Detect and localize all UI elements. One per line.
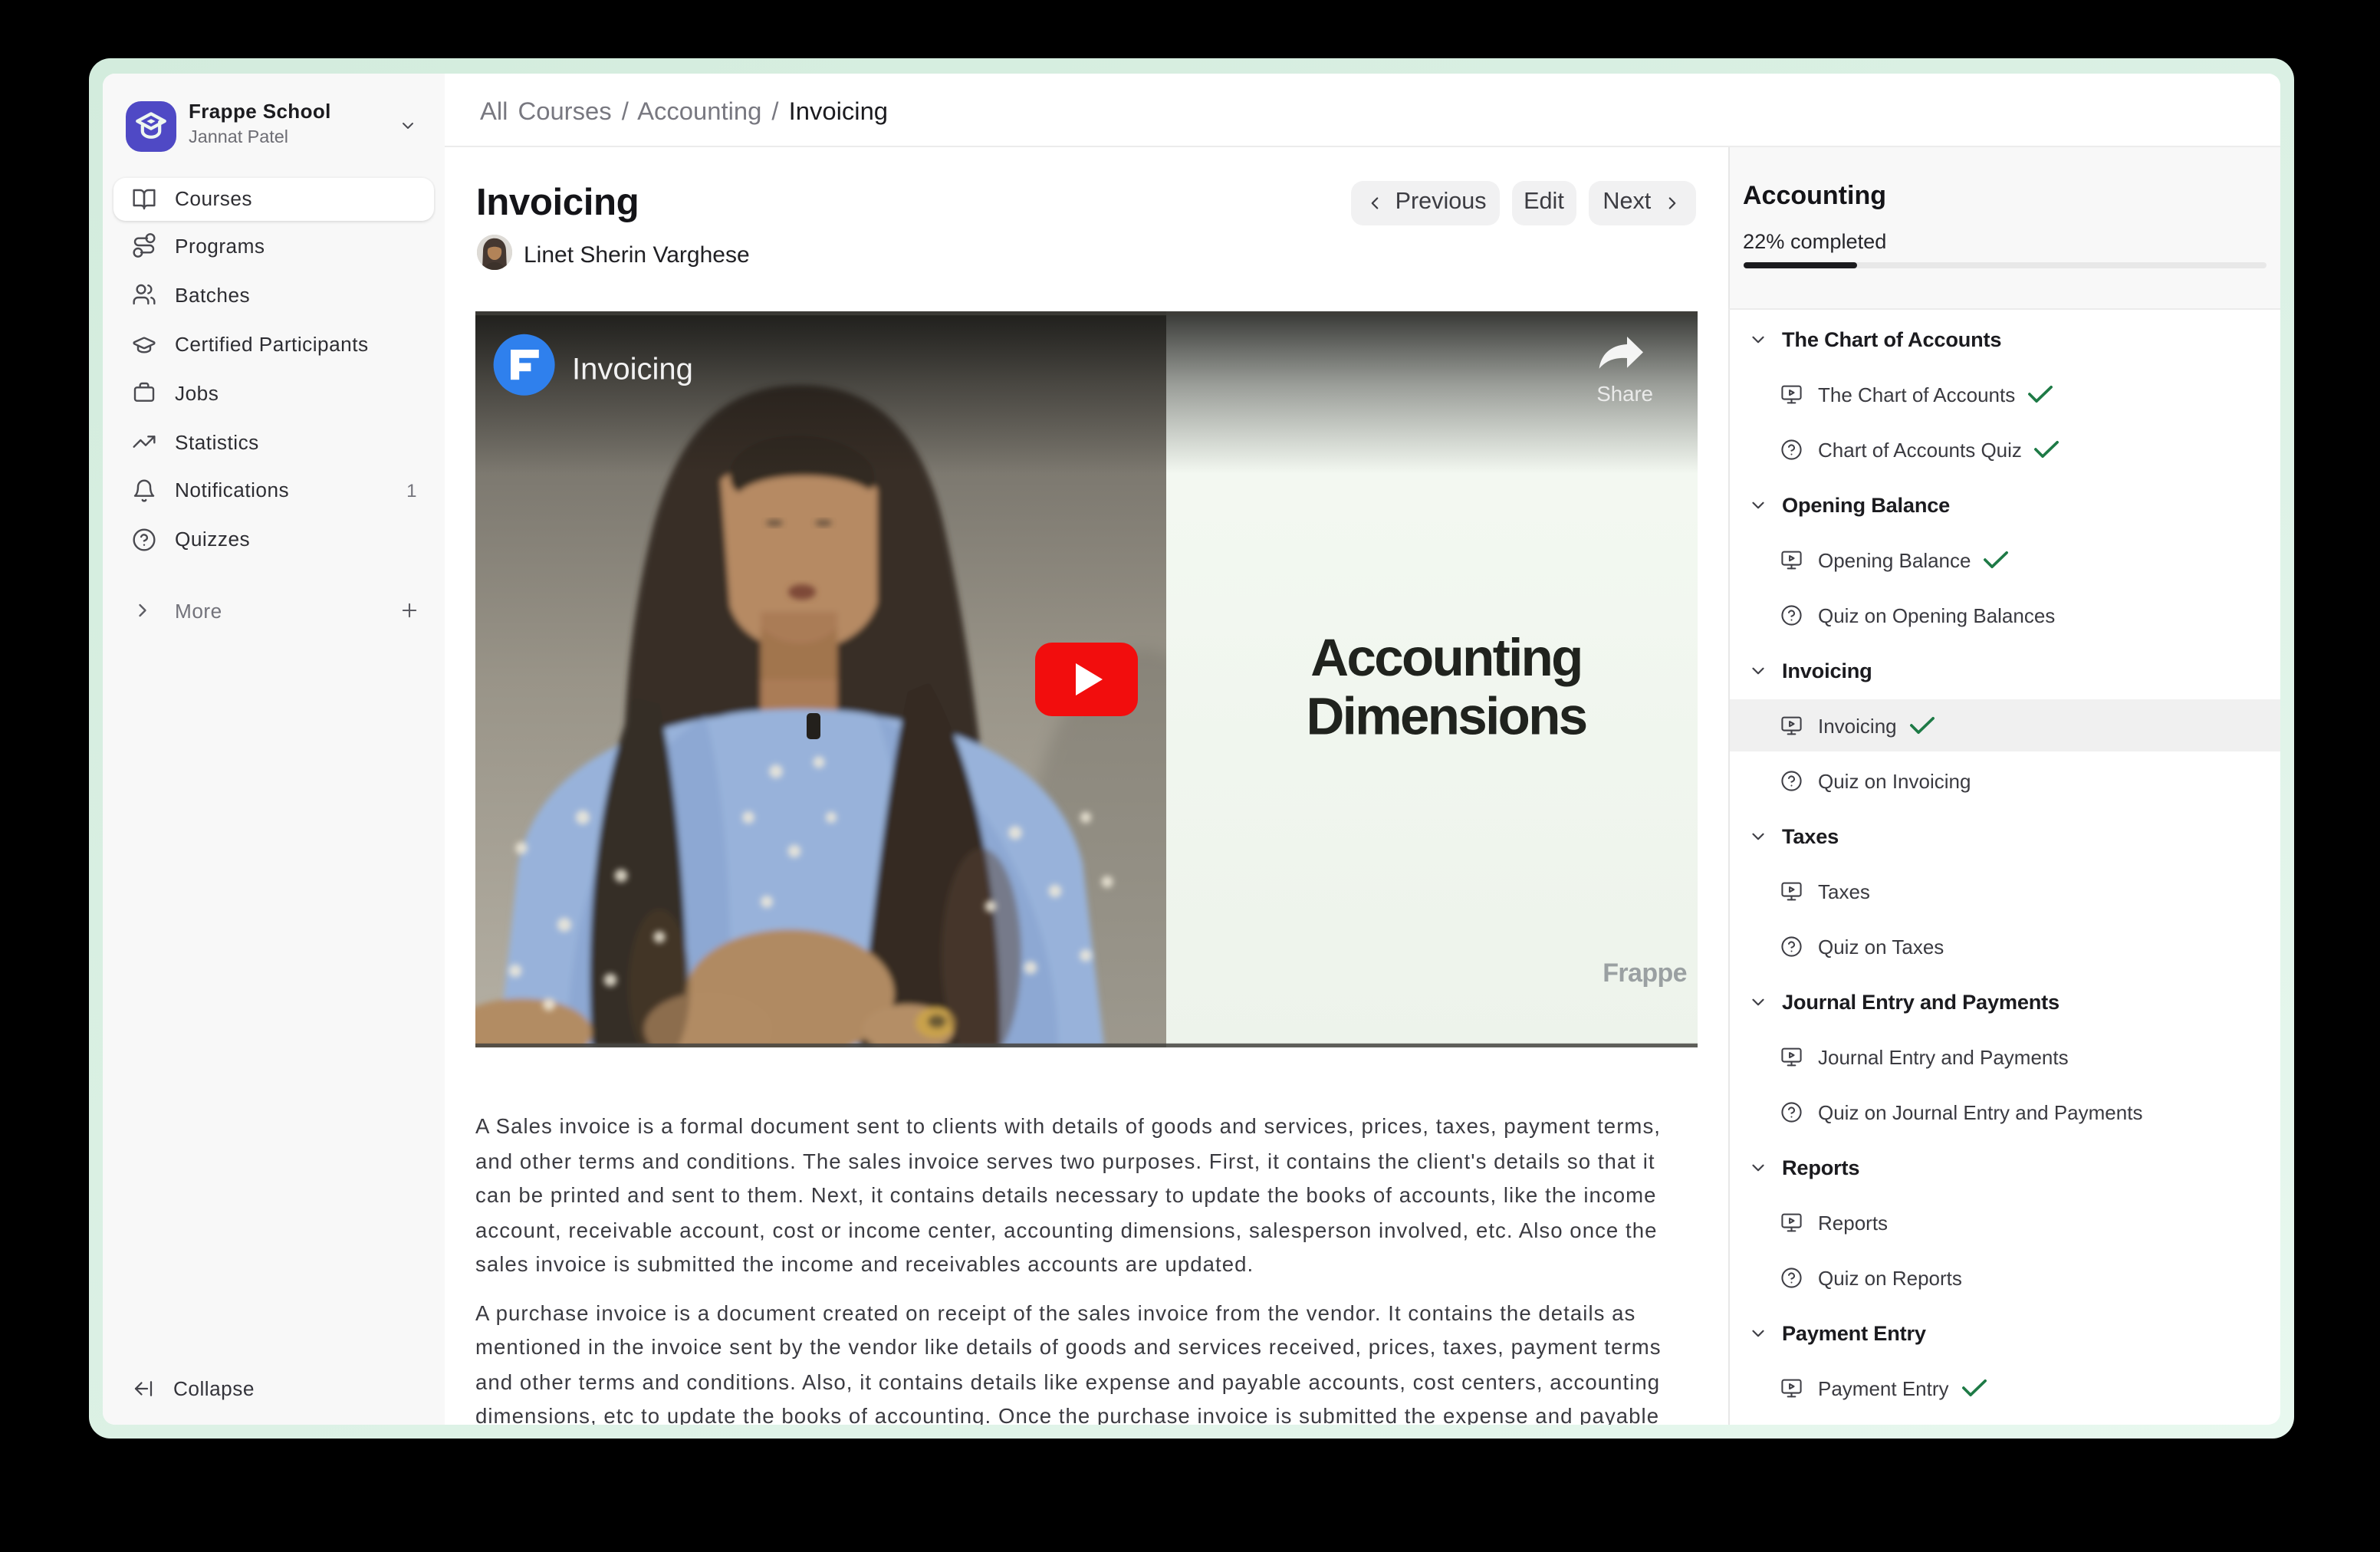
svg-text:Invoicing: Invoicing [572,351,693,385]
svg-text:Accounting: Accounting [1310,627,1581,686]
svg-text:Dimensions: Dimensions [1306,686,1586,745]
svg-text:Frappe: Frappe [1603,958,1687,987]
svg-text:Share: Share [1596,381,1653,405]
